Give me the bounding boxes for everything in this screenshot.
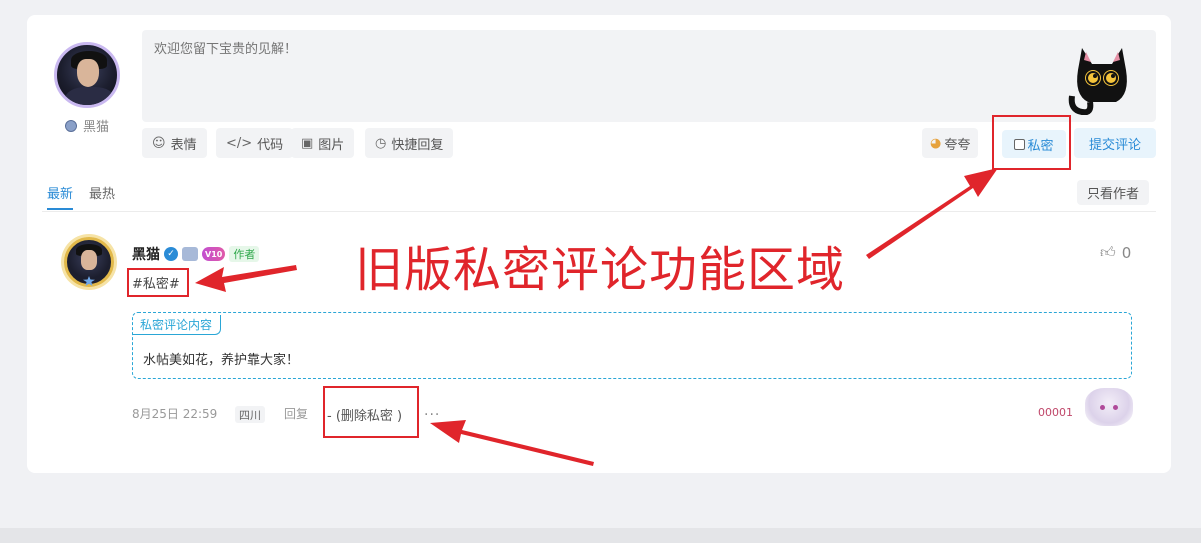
highlight-box-hashtag bbox=[127, 268, 189, 297]
submit-comment-button[interactable]: 提交评论 bbox=[1074, 128, 1156, 158]
smile-icon: ☺ bbox=[152, 135, 166, 151]
editor-user: 黑猫 bbox=[61, 116, 109, 135]
anime-sticker-icon bbox=[1085, 388, 1133, 426]
comment-date: 8月25日 22:59 bbox=[132, 407, 218, 421]
highlight-box-private bbox=[992, 115, 1071, 170]
private-comment-label: 私密评论内容 bbox=[132, 315, 222, 335]
private-comment-text: 水帖美如花，养护靠大家！ bbox=[143, 353, 300, 368]
tab-hottest[interactable]: 最热 bbox=[89, 183, 115, 210]
cat-face-icon: ◕ bbox=[930, 135, 942, 151]
author-tag: 作者 bbox=[229, 246, 260, 262]
image-icon: ▣ bbox=[301, 135, 314, 151]
private-comment-box bbox=[132, 312, 1132, 379]
emoji-button[interactable]: ☺ 表情 bbox=[142, 128, 207, 158]
divider bbox=[42, 211, 1156, 212]
vip-badge: V10 bbox=[202, 247, 226, 261]
thumbs-up-icon: 👍︎ bbox=[1100, 243, 1116, 261]
kuakua-button[interactable]: ◕ 夸夸 bbox=[922, 128, 979, 158]
quick-reply-icon: ◷ bbox=[375, 135, 387, 151]
highlight-box-remove bbox=[323, 386, 419, 438]
editor-avatar[interactable] bbox=[54, 42, 120, 108]
like-count: 0 bbox=[1121, 243, 1132, 262]
code-button[interactable]: </> 代码 bbox=[216, 128, 294, 158]
location-badge: 四川 bbox=[235, 406, 265, 423]
verified-icon: ✓ bbox=[164, 247, 178, 261]
code-icon: </> bbox=[226, 135, 253, 151]
tab-latest[interactable]: 最新 bbox=[47, 183, 74, 210]
medal-icon bbox=[61, 119, 79, 133]
author-only-button[interactable]: 只看作者 bbox=[1077, 180, 1150, 205]
quick-reply-button[interactable]: ◷ 快捷回复 bbox=[365, 128, 454, 158]
editor-user-name: 黑猫 bbox=[83, 120, 110, 135]
annotation-title: 旧版私密评论功能区域 bbox=[355, 242, 846, 298]
sort-tabs: 最新 最热 bbox=[47, 183, 115, 210]
comment-author-row: 黑猫 ✓ V10 作者 bbox=[132, 244, 260, 264]
more-icon[interactable]: ··· bbox=[424, 407, 440, 423]
comment-avatar[interactable] bbox=[64, 237, 114, 287]
page-footer-band bbox=[0, 528, 1201, 543]
black-cat-icon bbox=[1068, 48, 1127, 115]
star-icon bbox=[83, 276, 95, 286]
comment-input[interactable] bbox=[142, 30, 1156, 122]
comment-number: 00001 bbox=[1038, 406, 1073, 419]
reply-button[interactable]: 回复 bbox=[284, 405, 308, 422]
like-button[interactable]: 👍︎ 0 bbox=[1100, 243, 1131, 262]
level-badge-icon bbox=[182, 247, 198, 261]
image-button[interactable]: ▣ 图片 bbox=[291, 128, 355, 158]
comment-author-name[interactable]: 黑猫 bbox=[132, 244, 160, 264]
